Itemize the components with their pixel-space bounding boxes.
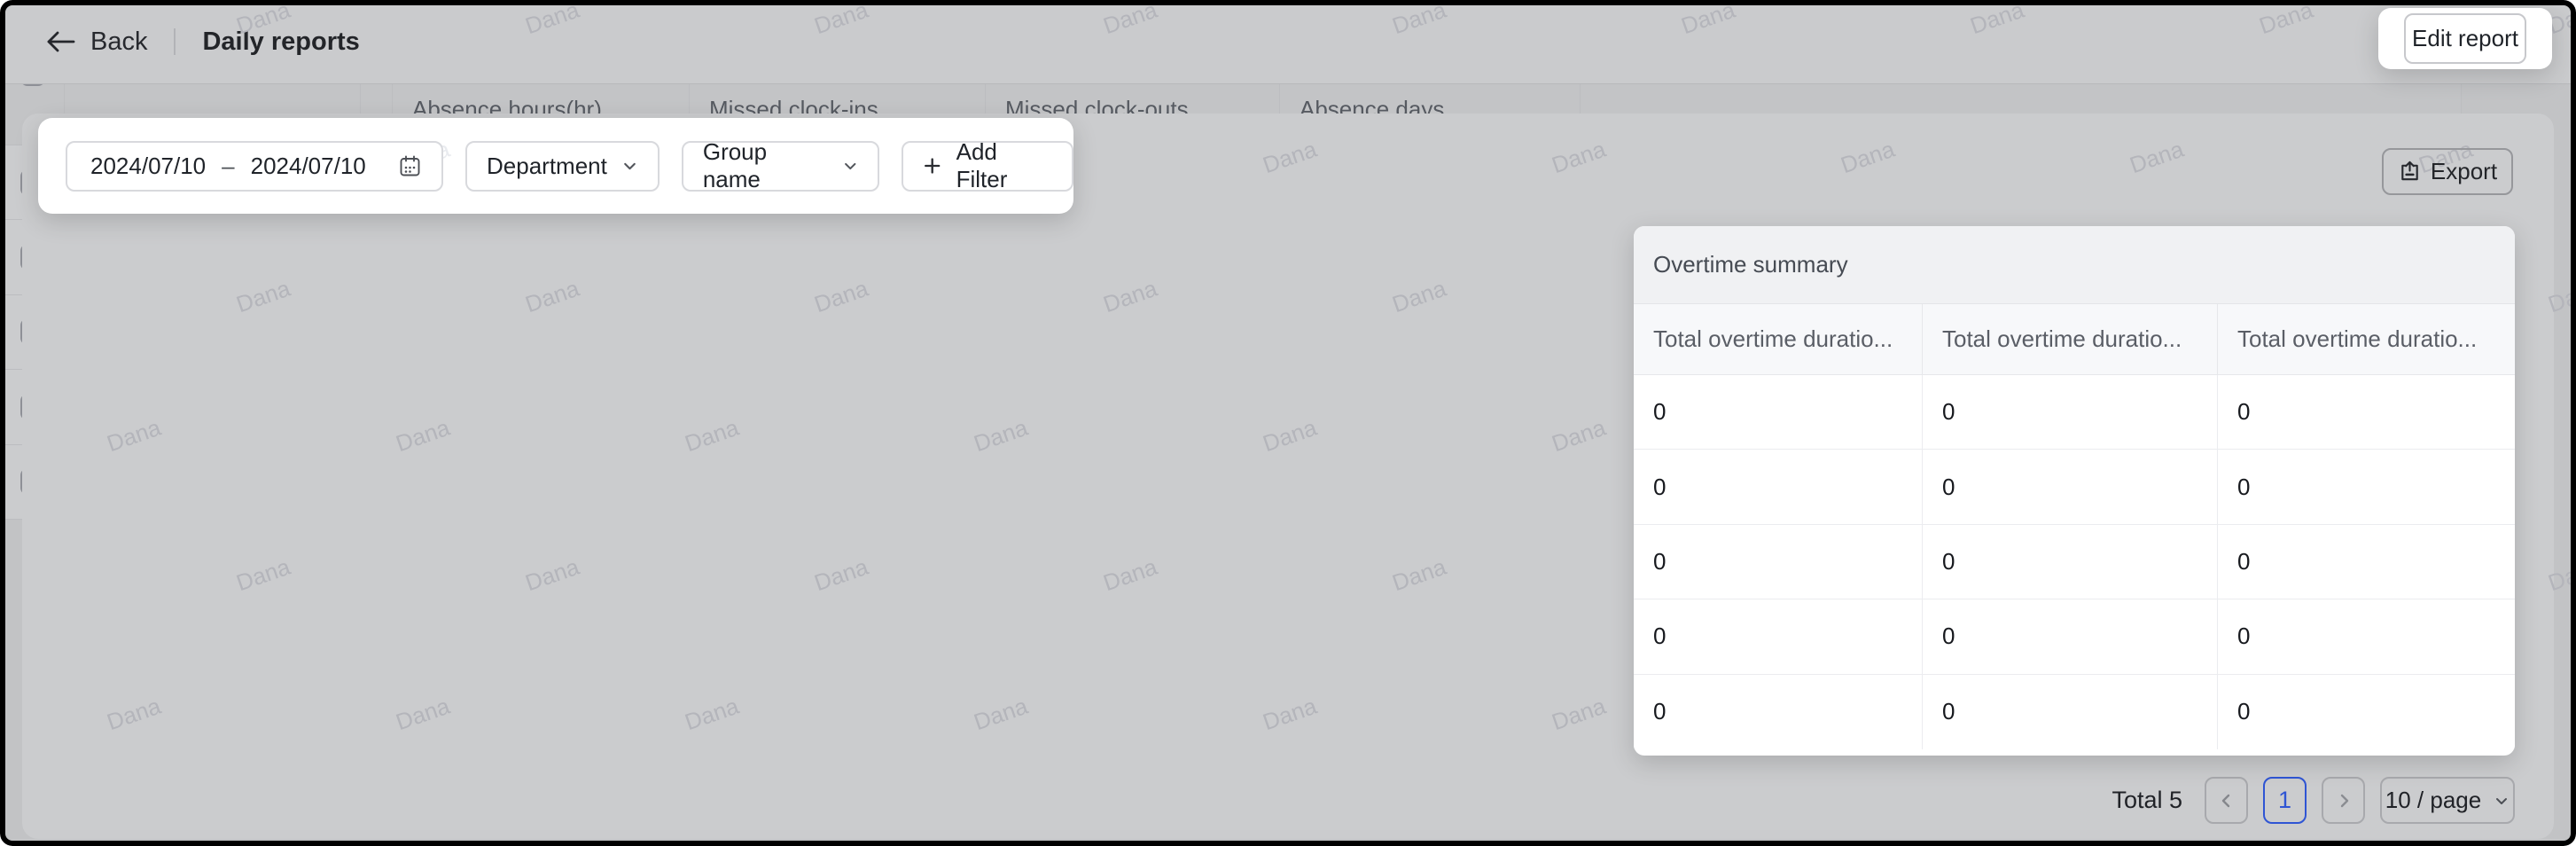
page-1-button[interactable]: 1 [2263,777,2307,824]
export-button[interactable]: Export [2382,148,2513,195]
row-2-overtime-1: 0 [1634,450,1923,524]
date-end-value: 2024/07/10 [251,153,366,180]
back-label: Back [90,27,147,57]
overtime-summary-card: DanaDanaDanaDanaDanaDanaDanaDanaDanaDana… [1634,226,2515,756]
row-1-overtime-2: 0 [1923,375,2218,450]
topbar-divider [174,28,176,55]
row-2-overtime-2: 0 [1923,450,2218,524]
group-name-filter-label: Group name [703,138,828,193]
row-5-overtime-1: 0 [1634,675,1923,749]
row-1-overtime-3: 0 [2218,375,2515,450]
department-filter-label: Department [487,153,607,180]
group-name-filter-select[interactable]: Group name [682,141,879,192]
overtime-summary-group-header: Overtime summary [1634,226,2515,304]
add-filter-button[interactable]: Add Filter [902,141,1073,192]
page-title: Daily reports [202,27,359,57]
watermark-text: Dana [0,832,5,846]
calendar-icon[interactable] [398,154,422,178]
chevron-left-icon [2218,792,2236,810]
edit-report-button[interactable]: Edit report [2404,13,2526,64]
back-button[interactable]: Back [44,27,147,57]
row-3-overtime-2: 0 [1923,525,2218,599]
date-range-separator: – [222,153,234,180]
chevron-down-icon [842,158,859,175]
page-size-value: 10 / page [2385,787,2481,814]
column-header-total-overtime-1[interactable]: Total overtime duratio... [1634,304,1923,375]
row-3-overtime-3: 0 [2218,525,2515,599]
pagination-bar: Total 5 1 10 / page [0,777,2515,824]
back-arrow-icon [44,29,76,54]
chevron-right-icon [2335,792,2353,810]
watermark-text: Dana [0,553,5,598]
chevron-down-icon [2494,793,2510,809]
row-1-overtime-1: 0 [1634,375,1923,450]
total-count-label: Total 5 [2112,787,2182,814]
column-header-total-overtime-2[interactable]: Total overtime duratio... [1923,304,2218,375]
plus-icon [923,156,941,176]
column-header-total-overtime-3[interactable]: Total overtime duratio... [2218,304,2515,375]
daily-reports-page: Back Daily reports Export Name .. Absenc… [0,0,2576,846]
chevron-down-icon [621,158,638,175]
row-5-overtime-2: 0 [1923,675,2218,749]
add-filter-label: Add Filter [956,138,1052,193]
department-filter-select[interactable]: Department [465,141,660,192]
row-3-overtime-1: 0 [1634,525,1923,599]
row-4-overtime-1: 0 [1634,599,1923,674]
row-5-overtime-3: 0 [2218,675,2515,749]
row-4-overtime-2: 0 [1923,599,2218,674]
row-2-overtime-3: 0 [2218,450,2515,524]
topbar: Back Daily reports [0,0,2576,84]
date-start-value: 2024/07/10 [90,153,206,180]
row-4-overtime-3: 0 [2218,599,2515,674]
edit-report-highlight: Edit report [2378,8,2552,69]
export-label: Export [2431,158,2497,185]
export-icon [2398,160,2422,184]
prev-page-button[interactable] [2205,777,2248,824]
page-size-select[interactable]: 10 / page [2380,777,2515,824]
date-range-picker[interactable]: 2024/07/10 – 2024/07/10 [66,141,443,192]
next-page-button[interactable] [2322,777,2365,824]
filter-card: DanaDanaDanaDanaDanaDanaDanaDanaDanaDana… [38,118,1073,214]
